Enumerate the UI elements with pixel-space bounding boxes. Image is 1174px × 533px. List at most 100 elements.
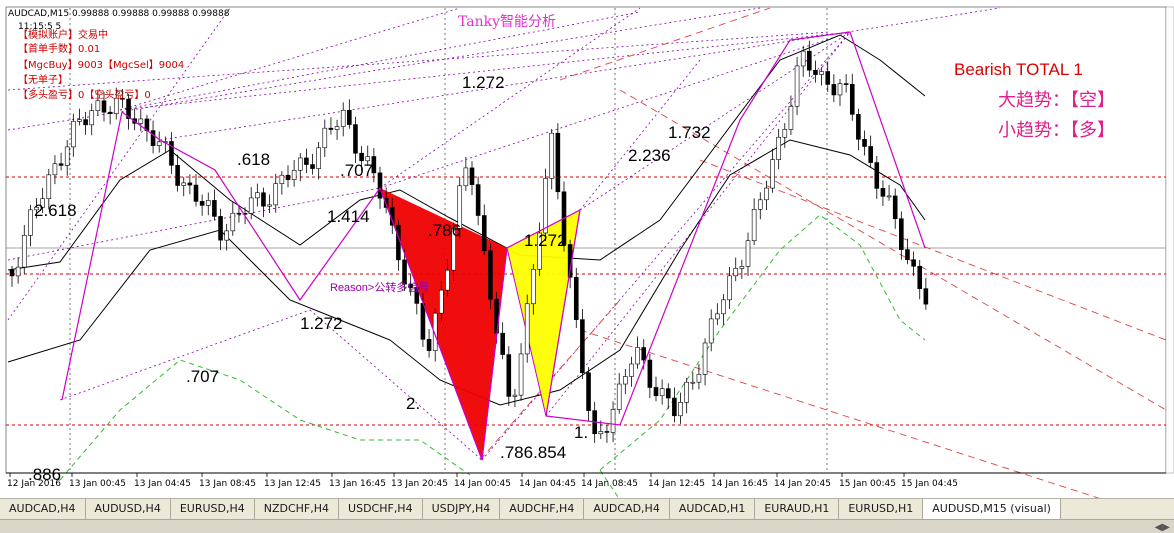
candle-body [665, 388, 671, 399]
candle-body [739, 266, 745, 269]
candle-body [923, 288, 929, 305]
candle-body [518, 353, 524, 396]
candle-body [199, 201, 205, 206]
candle-body [193, 184, 199, 202]
candle-body [506, 354, 512, 397]
candle-body [757, 199, 763, 210]
x-tick-label: 12 Jan 2016 [7, 479, 61, 489]
candle-body [880, 188, 886, 197]
candle-body [635, 347, 640, 365]
watermark: Tanky智能分析 [458, 14, 556, 30]
candle-body [150, 130, 156, 146]
candle-body [475, 184, 481, 216]
candle-body [623, 376, 628, 385]
chart-tab[interactable]: NZDCHF,H4 [255, 499, 340, 519]
candle-body [782, 129, 788, 138]
candle-body [340, 109, 346, 127]
candle-body [279, 174, 285, 184]
candle-body [892, 195, 898, 220]
candle-body [420, 303, 426, 340]
chart-tab[interactable]: EURUSD,H1 [839, 499, 924, 519]
candle-body [95, 100, 101, 111]
x-tick-label: 13 Jan 04:45 [134, 479, 191, 489]
candle-body [905, 249, 910, 261]
x-tick-label: 13 Jan 20:45 [391, 479, 448, 489]
fib-label: 1.414 [327, 207, 370, 226]
candle-body [396, 224, 401, 261]
candle-body [52, 163, 58, 176]
price-chart[interactable]: 2.618 .618 .707 1.414 .786 1.272 1.272 1.272 1.7… [0, 0, 1174, 498]
candle-body [586, 372, 591, 411]
candle-body [439, 289, 444, 314]
candle-body [702, 342, 708, 375]
candle-body [524, 303, 530, 355]
candle-body [64, 146, 70, 166]
candle-body [708, 318, 714, 344]
candle-body [647, 359, 653, 388]
candle-body [83, 119, 88, 126]
candle-body [248, 197, 254, 214]
candle-body [764, 187, 769, 201]
candle-body [304, 157, 309, 165]
candle-body [267, 204, 272, 207]
x-tick-label: 14 Jan 04:45 [519, 479, 576, 489]
candle-body [469, 167, 475, 185]
signal-title: Bearish TOTAL 1 [954, 60, 1083, 79]
candle-body [616, 383, 622, 410]
x-tick-label: 14 Jan 00:45 [454, 479, 511, 489]
candle-body [175, 165, 180, 186]
info-line-1: 【模拟账户】交易中 [18, 28, 108, 41]
candle-body [678, 402, 683, 417]
candle-body [310, 164, 315, 169]
symbol-tabs: AUDCAD,H4 AUDUSD,H4 EURUSD,H4 NZDCHF,H4 USDC… [0, 498, 1174, 520]
candle-body [610, 409, 616, 433]
candle-body [488, 250, 493, 300]
x-tick-label: 14 Jan 16:45 [711, 479, 768, 489]
info-line-2: 【首单手数】0.01 [18, 42, 100, 55]
candle-body [788, 105, 794, 130]
fib-label: 2.236 [628, 146, 671, 165]
candle-body [800, 50, 806, 67]
candle-body [77, 119, 82, 122]
chart-tab[interactable]: EURUSD,H4 [171, 499, 255, 519]
chart-tab[interactable]: USDJPY,H4 [423, 499, 501, 519]
candle-body [28, 209, 33, 236]
candle-body [187, 182, 193, 186]
candle-body [377, 172, 383, 199]
chart-tab[interactable]: AUDCAD,H1 [670, 499, 756, 519]
scroll-arrows-icon[interactable]: ◀▶ [1155, 522, 1170, 533]
candle-body [690, 381, 696, 384]
info-line-4: 【无单子】 [18, 74, 68, 86]
candle-body [813, 69, 818, 75]
candle-body [911, 259, 916, 267]
candle-body [825, 71, 831, 85]
signal-small-trend: 小趋势：【多】 [998, 120, 1115, 141]
chart-tab[interactable]: EURAUD,H1 [755, 499, 840, 519]
chart-tab[interactable]: AUDCAD,H4 [0, 499, 86, 519]
candle-body [555, 132, 561, 193]
candle-body [531, 268, 536, 305]
chart-tab[interactable]: AUDUSD,M15 (visual) [923, 499, 1061, 519]
candle-body [653, 387, 659, 397]
candle-body [512, 394, 518, 397]
candle-body [629, 363, 634, 377]
x-tick-label: 13 Jan 08:45 [199, 479, 256, 489]
chart-tab[interactable]: USDCHF,H4 [339, 499, 423, 519]
candle-body [224, 230, 229, 241]
candle-body [721, 299, 726, 315]
candle-body [285, 174, 291, 180]
x-tick-label: 14 Jan 08:45 [581, 479, 638, 489]
fib-label-gartley: Reason>公转多信号 [330, 280, 429, 294]
candle-body [776, 136, 781, 161]
x-tick-label: 14 Jan 12:45 [648, 479, 705, 489]
candle-body [463, 167, 469, 187]
chart-tab[interactable]: AUDUSD,H4 [86, 499, 171, 519]
x-tick-label: 13 Jan 12:45 [264, 479, 321, 489]
status-strip: ◀▶ [0, 519, 1174, 533]
candle-body [261, 192, 266, 207]
candle-body [101, 100, 107, 113]
chart-tab[interactable]: AUDCAD,H4 [584, 499, 670, 519]
x-tick-label: 15 Jan 04:45 [901, 479, 958, 489]
candle-body [886, 195, 892, 198]
chart-tab[interactable]: AUDCHF,H4 [500, 499, 585, 519]
